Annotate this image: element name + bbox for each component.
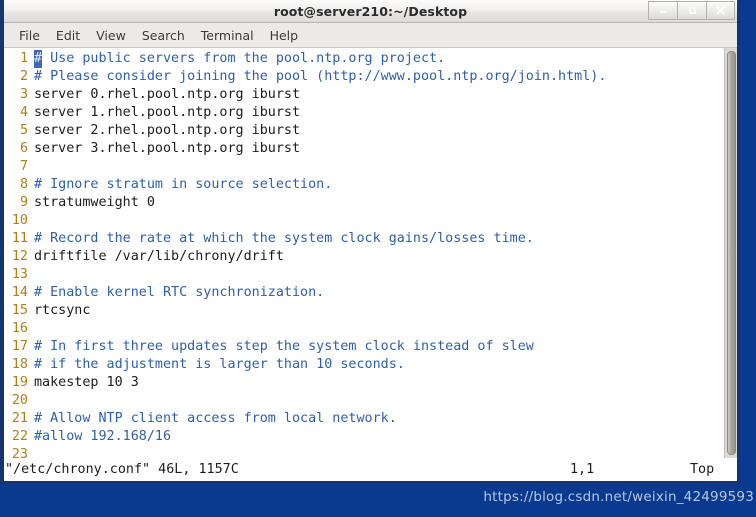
line-number: 6 xyxy=(19,141,28,156)
line-number: 14 xyxy=(11,285,28,300)
watermark-url: https://blog.csdn.net/weixin_42499593 xyxy=(483,489,754,505)
line-content: server 1.rhel.pool.ntp.org iburst xyxy=(34,105,301,120)
line-text: Use public servers from the pool.ntp.org… xyxy=(42,51,446,66)
status-cursor-position: 1,1 xyxy=(570,462,595,477)
line-number: 17 xyxy=(11,339,28,354)
line-number: 10 xyxy=(11,213,28,228)
desktop-background: root@server210:~/Desktop File Edit View … xyxy=(0,0,756,517)
line-content: # Use public servers from the pool.ntp.o… xyxy=(34,50,445,68)
line-content: # Ignore stratum in source selection. xyxy=(34,177,333,192)
line-number: 23 xyxy=(11,447,28,458)
line-number: 5 xyxy=(19,123,28,138)
line-content: makestep 10 3 xyxy=(34,375,139,390)
editor-line: 3 server 0.rhel.pool.ntp.org iburst xyxy=(4,86,724,104)
line-content: driftfile /var/lib/chrony/drift xyxy=(34,249,284,264)
window-title: root@server210:~/Desktop xyxy=(273,3,468,19)
line-content: rtcsync xyxy=(34,303,91,318)
line-number: 4 xyxy=(19,105,28,120)
editor-line: 15 rtcsync xyxy=(4,302,724,320)
window-controls xyxy=(648,1,735,20)
line-number: 20 xyxy=(11,393,28,408)
line-number: 7 xyxy=(19,159,28,174)
editor-line: 7 xyxy=(4,158,724,176)
line-content: server 2.rhel.pool.ntp.org iburst xyxy=(34,123,301,138)
line-content: # Enable kernel RTC synchronization. xyxy=(34,285,325,300)
editor-line: 4 server 1.rhel.pool.ntp.org iburst xyxy=(4,104,724,122)
line-content: server 0.rhel.pool.ntp.org iburst xyxy=(34,87,301,102)
line-number: 9 xyxy=(19,195,28,210)
editor-line: 16 xyxy=(4,320,724,338)
editor-line: 20 xyxy=(4,392,724,410)
editor-line: 17 # In first three updates step the syst… xyxy=(4,338,724,356)
editor-line: 23 xyxy=(4,446,724,458)
editor-line: 18 # if the adjustment is larger than 10 … xyxy=(4,356,724,374)
editor-line: 13 xyxy=(4,266,724,284)
editor-line: 1 # Use public servers from the pool.ntp.… xyxy=(4,50,724,68)
menu-item-search[interactable]: Search xyxy=(134,26,193,45)
editor-line: 8 # Ignore stratum in source selection. xyxy=(4,176,724,194)
menu-item-edit[interactable]: Edit xyxy=(48,26,88,45)
terminal-body[interactable]: 1 # Use public servers from the pool.ntp.… xyxy=(4,48,737,458)
maximize-button[interactable] xyxy=(677,1,706,20)
line-number: 3 xyxy=(19,87,28,102)
menu-bar: File Edit View Search Terminal Help xyxy=(4,23,737,48)
line-content: # Allow NTP client access from local net… xyxy=(34,411,397,426)
line-number: 18 xyxy=(11,357,28,372)
line-number: 21 xyxy=(11,411,28,426)
line-number: 11 xyxy=(11,231,28,246)
editor-line: 10 xyxy=(4,212,724,230)
line-number: 12 xyxy=(11,249,28,264)
editor-line: 2 # Please consider joining the pool (htt… xyxy=(4,68,724,86)
editor-line: 14 # Enable kernel RTC synchronization. xyxy=(4,284,724,302)
status-file-info: "/etc/chrony.conf" 46L, 1157C xyxy=(5,462,239,477)
line-number: 1 xyxy=(19,51,28,66)
editor-line: 9 stratumweight 0 xyxy=(4,194,724,212)
line-number: 8 xyxy=(19,177,28,192)
terminal-window: root@server210:~/Desktop File Edit View … xyxy=(0,0,740,484)
line-content: stratumweight 0 xyxy=(34,195,155,210)
menu-item-file[interactable]: File xyxy=(11,26,48,45)
editor-line: 6 server 3.rhel.pool.ntp.org iburst xyxy=(4,140,724,158)
menu-item-terminal[interactable]: Terminal xyxy=(193,26,262,45)
editor-line: 5 server 2.rhel.pool.ntp.org iburst xyxy=(4,122,724,140)
line-content: # In first three updates step the system… xyxy=(34,339,534,354)
line-content: server 3.rhel.pool.ntp.org iburst xyxy=(34,141,301,156)
line-number: 13 xyxy=(11,267,28,282)
editor-text-area[interactable]: 1 # Use public servers from the pool.ntp.… xyxy=(4,48,724,458)
text-cursor: # xyxy=(34,50,43,68)
line-content: # Record the rate at which the system cl… xyxy=(34,231,534,246)
line-number: 16 xyxy=(11,321,28,336)
editor-line: 22 #allow 192.168/16 xyxy=(4,428,724,446)
editor-line: 11 # Record the rate at which the system … xyxy=(4,230,724,248)
minimize-button[interactable] xyxy=(648,1,677,20)
close-button[interactable] xyxy=(706,1,735,20)
line-number: 22 xyxy=(11,429,28,444)
line-content: #allow 192.168/16 xyxy=(34,429,172,444)
line-number: 2 xyxy=(19,69,28,84)
line-content: # Please consider joining the pool (http… xyxy=(34,69,607,84)
vertical-scrollbar[interactable] xyxy=(724,48,737,458)
line-number: 15 xyxy=(11,303,28,318)
vim-status-bar: "/etc/chrony.conf" 46L, 1157C 1,1 Top xyxy=(4,458,737,481)
editor-line: 19 makestep 10 3 xyxy=(4,374,724,392)
status-scroll-indicator: Top xyxy=(690,462,715,477)
line-content: # if the adjustment is larger than 10 se… xyxy=(34,357,405,372)
editor-line: 12 driftfile /var/lib/chrony/drift xyxy=(4,248,724,266)
editor-line: 21 # Allow NTP client access from local n… xyxy=(4,410,724,428)
menu-item-view[interactable]: View xyxy=(88,26,134,45)
window-title-bar[interactable]: root@server210:~/Desktop xyxy=(4,0,737,23)
line-number: 19 xyxy=(11,375,28,390)
scrollbar-thumb[interactable] xyxy=(727,51,736,455)
menu-item-help[interactable]: Help xyxy=(262,26,307,45)
